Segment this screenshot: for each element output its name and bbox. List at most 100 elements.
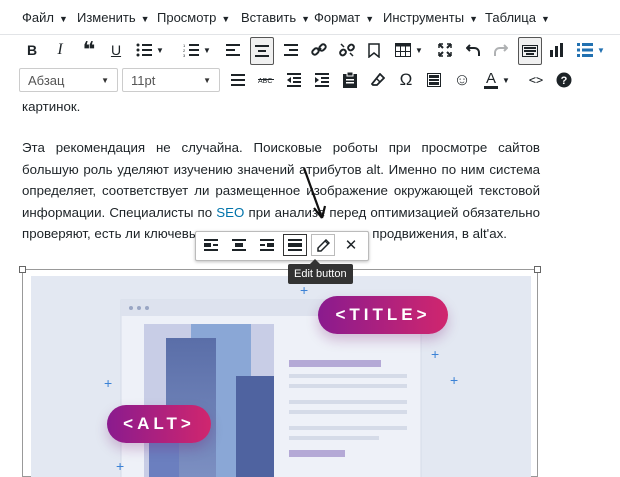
justify-button[interactable] <box>228 67 248 93</box>
image-align-left-button[interactable] <box>199 234 223 256</box>
remove-link-button[interactable] <box>336 37 358 63</box>
smiley-icon: ☺ <box>453 70 471 89</box>
menu-insert-label: Вставить <box>241 10 297 25</box>
align-left-button[interactable] <box>222 37 244 63</box>
italic-icon: I <box>57 41 63 58</box>
font-size-select-value: 11pt <box>131 73 156 88</box>
bookmark-icon <box>368 42 380 58</box>
illustration-image[interactable]: + + + + + <TITLE> <ALT> <box>31 276 531 477</box>
fullscreen-icon <box>438 43 452 57</box>
redo-button[interactable] <box>490 37 512 63</box>
chevron-down-icon: ▼ <box>597 45 605 55</box>
menu-format[interactable]: Формат ▼ <box>314 10 374 25</box>
chevron-down-icon: ▼ <box>540 14 550 24</box>
undo-button[interactable] <box>462 37 484 63</box>
align-left-icon <box>226 44 240 56</box>
bookmark-button[interactable] <box>364 37 384 63</box>
align-right-icon <box>284 44 298 56</box>
text-color-icon: A <box>484 69 499 89</box>
bullet-list-button[interactable]: ▼ <box>134 37 166 63</box>
svg-text:3: 3 <box>183 53 186 57</box>
indent-button[interactable] <box>312 67 332 93</box>
format-select[interactable]: Абзац ▼ <box>19 68 118 92</box>
text-color-button[interactable]: A ▼ <box>478 67 516 93</box>
align-center-button[interactable] <box>250 37 274 65</box>
italic-button[interactable]: I <box>50 37 70 63</box>
chevron-down-icon: ▼ <box>469 14 478 24</box>
indent-icon <box>315 73 329 87</box>
underline-button[interactable]: U <box>106 37 126 63</box>
toolbar-row-2: Абзац ▼ 11pt ▼ ABC Ω ☺ A ▼ <> ? <box>0 64 620 96</box>
help-button[interactable]: ? <box>554 67 574 93</box>
menu-format-label: Формат <box>314 10 361 25</box>
image-edit-button[interactable] <box>311 234 335 256</box>
image-align-right-button[interactable] <box>255 234 279 256</box>
align-right-icon <box>260 239 274 251</box>
image-align-center-button[interactable] <box>227 234 251 256</box>
menu-edit-label: Изменить <box>77 10 136 25</box>
horizontal-line-button[interactable] <box>424 67 444 93</box>
redo-icon <box>494 44 508 56</box>
font-size-select[interactable]: 11pt ▼ <box>122 68 220 92</box>
menu-file[interactable]: Файл ▼ <box>22 10 68 25</box>
numbered-list-icon: 123 <box>183 43 200 57</box>
resize-handle-top-right[interactable] <box>534 266 541 273</box>
underline-icon: U <box>110 42 122 58</box>
menu-bar: Файл ▼ Изменить ▼ Просмотр ▼ Вставить ▼ Форм… <box>0 0 620 35</box>
blockquote-button[interactable]: ❝ <box>78 37 100 63</box>
statistics-button[interactable] <box>546 37 568 63</box>
numbered-list-button[interactable]: 1 2 3 ▼ <box>180 37 214 63</box>
sparkle-icon: + <box>104 375 113 391</box>
resize-handle-top-left[interactable] <box>19 266 26 273</box>
svg-text:?: ? <box>561 75 568 87</box>
align-right-button[interactable] <box>280 37 302 63</box>
chevron-down-icon: ▼ <box>301 14 311 24</box>
format-select-value: Абзац <box>28 73 65 88</box>
unlink-icon <box>339 43 355 57</box>
align-left-icon <box>204 239 218 251</box>
seo-link[interactable]: SEO <box>216 205 244 220</box>
tooltip-text: Edit button <box>294 268 347 280</box>
table-icon <box>395 43 412 57</box>
outdent-button[interactable] <box>284 67 304 93</box>
source-code-button[interactable]: <> <box>526 67 546 93</box>
image-align-none-button[interactable] <box>283 234 307 256</box>
emoticons-button[interactable]: ☺ <box>452 67 472 93</box>
align-center-icon <box>232 239 246 251</box>
eraser-icon <box>371 73 385 86</box>
edit-button-tooltip: Edit button <box>288 259 353 284</box>
image-remove-button[interactable]: ✕ <box>339 234 363 256</box>
menu-table[interactable]: Таблица ▼ <box>485 10 550 25</box>
outdent-icon <box>287 73 301 87</box>
alt-badge-text: <ALT> <box>123 414 195 433</box>
menu-edit[interactable]: Изменить ▼ <box>77 10 150 25</box>
clipboard-icon <box>343 72 357 88</box>
paragraph-fragment: картинок. <box>22 96 540 118</box>
clear-formatting-button[interactable] <box>368 67 388 93</box>
menu-view[interactable]: Просмотр ▼ <box>157 10 230 25</box>
blocks-button[interactable]: ▼ <box>574 37 608 63</box>
paste-text-button[interactable] <box>340 67 360 93</box>
insert-link-button[interactable] <box>308 37 330 63</box>
bold-button[interactable]: B <box>22 37 42 63</box>
link-icon <box>311 43 327 56</box>
chevron-down-icon: ▼ <box>502 75 510 85</box>
menu-file-label: Файл <box>22 10 54 25</box>
chevron-down-icon: ▼ <box>156 45 164 55</box>
fullscreen-button[interactable] <box>434 37 456 63</box>
keyboard-icon <box>522 45 538 57</box>
table-button[interactable]: ▼ <box>392 37 426 63</box>
special-character-button[interactable]: Ω <box>396 67 416 93</box>
list-view-icon <box>577 43 594 57</box>
sparkle-icon: + <box>116 458 125 474</box>
menu-tools[interactable]: Инструменты ▼ <box>383 10 478 25</box>
toolbar-toggle-button[interactable] <box>518 37 542 65</box>
alt-badge: <ALT> <box>107 405 211 443</box>
menu-insert[interactable]: Вставить ▼ <box>241 10 310 25</box>
code-icon: <> <box>528 73 544 87</box>
strikethrough-button[interactable]: ABC <box>256 67 276 93</box>
sparkle-icon: + <box>300 282 309 298</box>
chevron-down-icon: ▼ <box>140 14 150 24</box>
align-none-icon <box>288 239 302 251</box>
chevron-down-icon: ▼ <box>101 76 109 85</box>
